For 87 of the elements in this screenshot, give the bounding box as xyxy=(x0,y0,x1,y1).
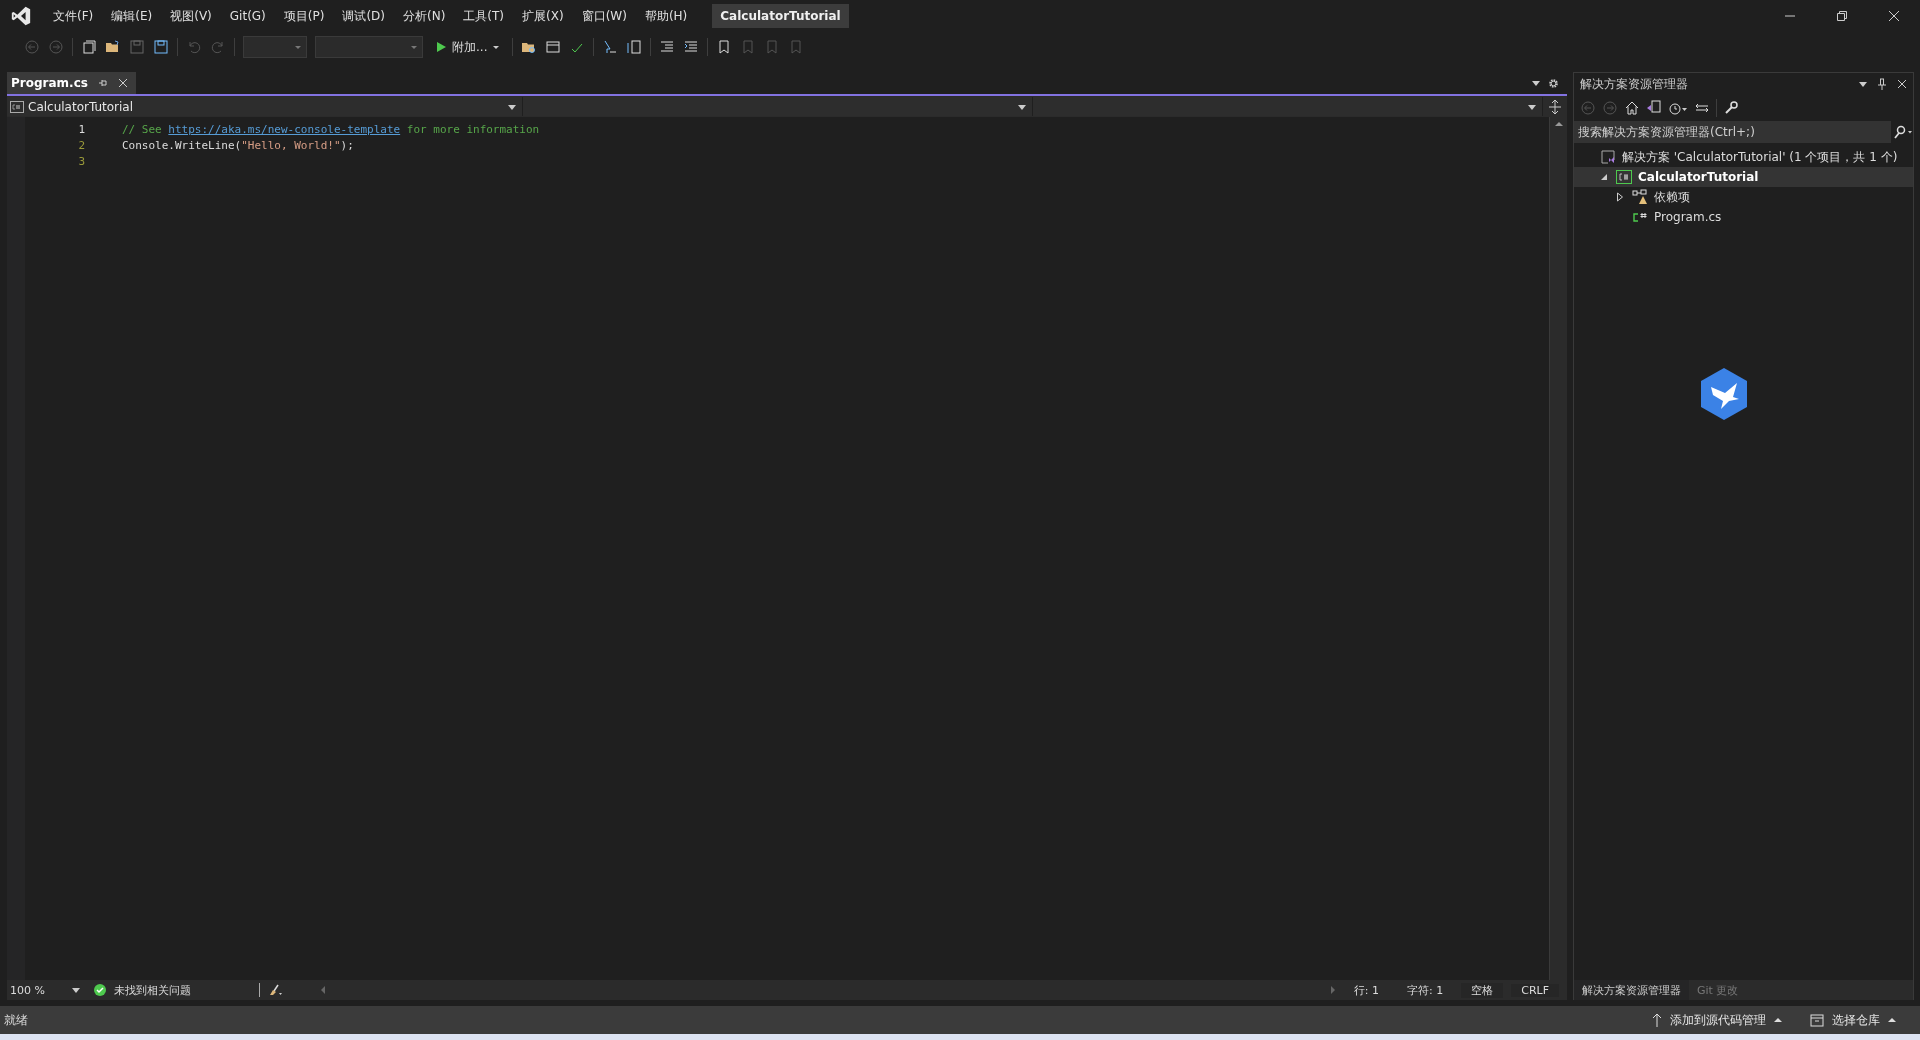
scroll-up-icon[interactable] xyxy=(1554,121,1563,127)
code-token: Console.WriteLine( xyxy=(122,138,242,152)
csharp-file-icon xyxy=(1632,211,1648,223)
csharp-project-icon xyxy=(10,100,24,113)
tree-item[interactable]: 依赖项 xyxy=(1574,187,1913,207)
caret-icon[interactable] xyxy=(492,43,501,51)
menu-item[interactable]: 扩展(X) xyxy=(513,7,573,25)
outdent-icon[interactable] xyxy=(683,39,700,55)
caret-icon[interactable] xyxy=(508,102,516,111)
caret-icon[interactable] xyxy=(72,986,80,994)
save-all-icon[interactable] xyxy=(153,39,169,55)
tree-item[interactable]: Program.cs xyxy=(1574,207,1913,227)
line-ending-status[interactable]: CRLF xyxy=(1511,983,1559,997)
caret-icon[interactable] xyxy=(1774,1017,1782,1023)
app-logo-icon xyxy=(10,5,32,27)
dropdown-icon[interactable] xyxy=(1859,80,1867,88)
caret-icon[interactable] xyxy=(1018,102,1026,111)
pin-icon[interactable] xyxy=(97,78,108,88)
attach-button[interactable]: 附加... xyxy=(431,38,505,56)
scroll-left-icon[interactable] xyxy=(320,986,326,994)
window-icon[interactable] xyxy=(545,39,562,55)
search-field[interactable]: 搜索解决方案资源管理器(Ctrl+;) xyxy=(1574,121,1891,143)
whitespace-status[interactable]: 空格 xyxy=(1461,982,1504,998)
editor-tab[interactable]: Program.cs xyxy=(7,72,136,94)
tree-item[interactable]: CalculatorTutorial xyxy=(1574,167,1913,187)
column-status: 字符: 1 xyxy=(1406,982,1445,998)
open-folder-icon[interactable] xyxy=(105,39,121,55)
wrench-icon[interactable] xyxy=(1723,100,1739,116)
scroll-right-icon[interactable] xyxy=(1329,986,1336,994)
indent-icon[interactable] xyxy=(659,39,676,55)
code-token: // See xyxy=(122,122,163,136)
search-icon[interactable] xyxy=(1893,125,1913,139)
solution-icon xyxy=(1600,149,1616,165)
code-link[interactable]: https://aka.ms/new-console-template xyxy=(168,122,401,136)
split-icon[interactable] xyxy=(1549,99,1561,114)
hexagon-bird-icon[interactable] xyxy=(1699,367,1749,421)
line-status: 行: 1 xyxy=(1352,982,1380,998)
check-icon xyxy=(94,984,106,996)
csharp-project-icon xyxy=(1616,170,1632,184)
menu-item[interactable]: 窗口(W) xyxy=(572,7,636,25)
tree-item[interactable]: 解决方案 'CalculatorTutorial' (1 个项目，共 1 个) xyxy=(1574,147,1913,167)
zoom-dropdown[interactable]: 100 % xyxy=(7,983,86,997)
dependencies-icon xyxy=(1632,189,1648,205)
new-project-icon[interactable] xyxy=(81,39,97,55)
pin-icon[interactable] xyxy=(1877,78,1887,90)
cursor-icon[interactable] xyxy=(602,39,619,55)
panel-tab[interactable]: 解决方案资源管理器 xyxy=(1574,980,1689,1000)
dropdown-icon[interactable] xyxy=(1532,79,1540,87)
project-dropdown[interactable]: CalculatorTutorial xyxy=(7,97,523,116)
panel-icon[interactable] xyxy=(626,39,643,55)
play-icon[interactable] xyxy=(435,41,447,53)
collapse-icon[interactable] xyxy=(1600,173,1608,181)
issues-status[interactable]: 未找到相关问题 xyxy=(114,982,191,998)
code-token: "Hello, World!" xyxy=(241,138,341,152)
close-icon[interactable] xyxy=(117,78,128,88)
menu-item[interactable]: 视图(V) xyxy=(161,7,221,25)
line-number: 1 xyxy=(77,122,86,136)
close-icon[interactable] xyxy=(1897,79,1907,89)
menu-item[interactable]: 工具(T) xyxy=(454,7,514,25)
caret-icon[interactable] xyxy=(1888,1017,1896,1023)
line-number: 2 xyxy=(77,138,86,152)
switch-view-icon[interactable] xyxy=(1646,100,1662,116)
history-icon[interactable] xyxy=(1668,100,1688,116)
close-icon[interactable] xyxy=(1888,10,1900,22)
line-number: 3 xyxy=(77,154,86,168)
status-text: 就绪 xyxy=(4,1011,28,1029)
home-icon[interactable] xyxy=(1624,100,1640,116)
brush-icon[interactable] xyxy=(268,984,282,996)
repository-button[interactable]: 选择仓库 xyxy=(1832,1011,1880,1029)
menu-item[interactable]: 调试(D) xyxy=(333,7,394,25)
caret-icon[interactable] xyxy=(1528,102,1536,111)
up-arrow-icon[interactable] xyxy=(1652,1013,1662,1027)
code-token: for more information xyxy=(405,122,540,136)
menu-item[interactable]: 编辑(E) xyxy=(102,7,162,25)
repository-icon[interactable] xyxy=(1810,1013,1824,1027)
menu-item[interactable]: 分析(N) xyxy=(394,7,455,25)
menu-item[interactable]: 项目(P) xyxy=(274,7,334,25)
menu-item[interactable]: Git(G) xyxy=(220,9,275,23)
restore-icon[interactable] xyxy=(1836,10,1848,22)
expand-icon[interactable] xyxy=(1616,192,1624,202)
menu-item[interactable]: 文件(F) xyxy=(44,7,103,25)
code-token: ); xyxy=(340,138,354,152)
source-control-button[interactable]: 添加到源代码管理 xyxy=(1670,1011,1766,1029)
panel-title: 解决方案资源管理器 xyxy=(1580,75,1688,93)
settings-icon[interactable] xyxy=(1548,77,1559,89)
window-title: CalculatorTutorial xyxy=(712,4,849,28)
menu-item[interactable]: 帮助(H) xyxy=(635,7,697,25)
